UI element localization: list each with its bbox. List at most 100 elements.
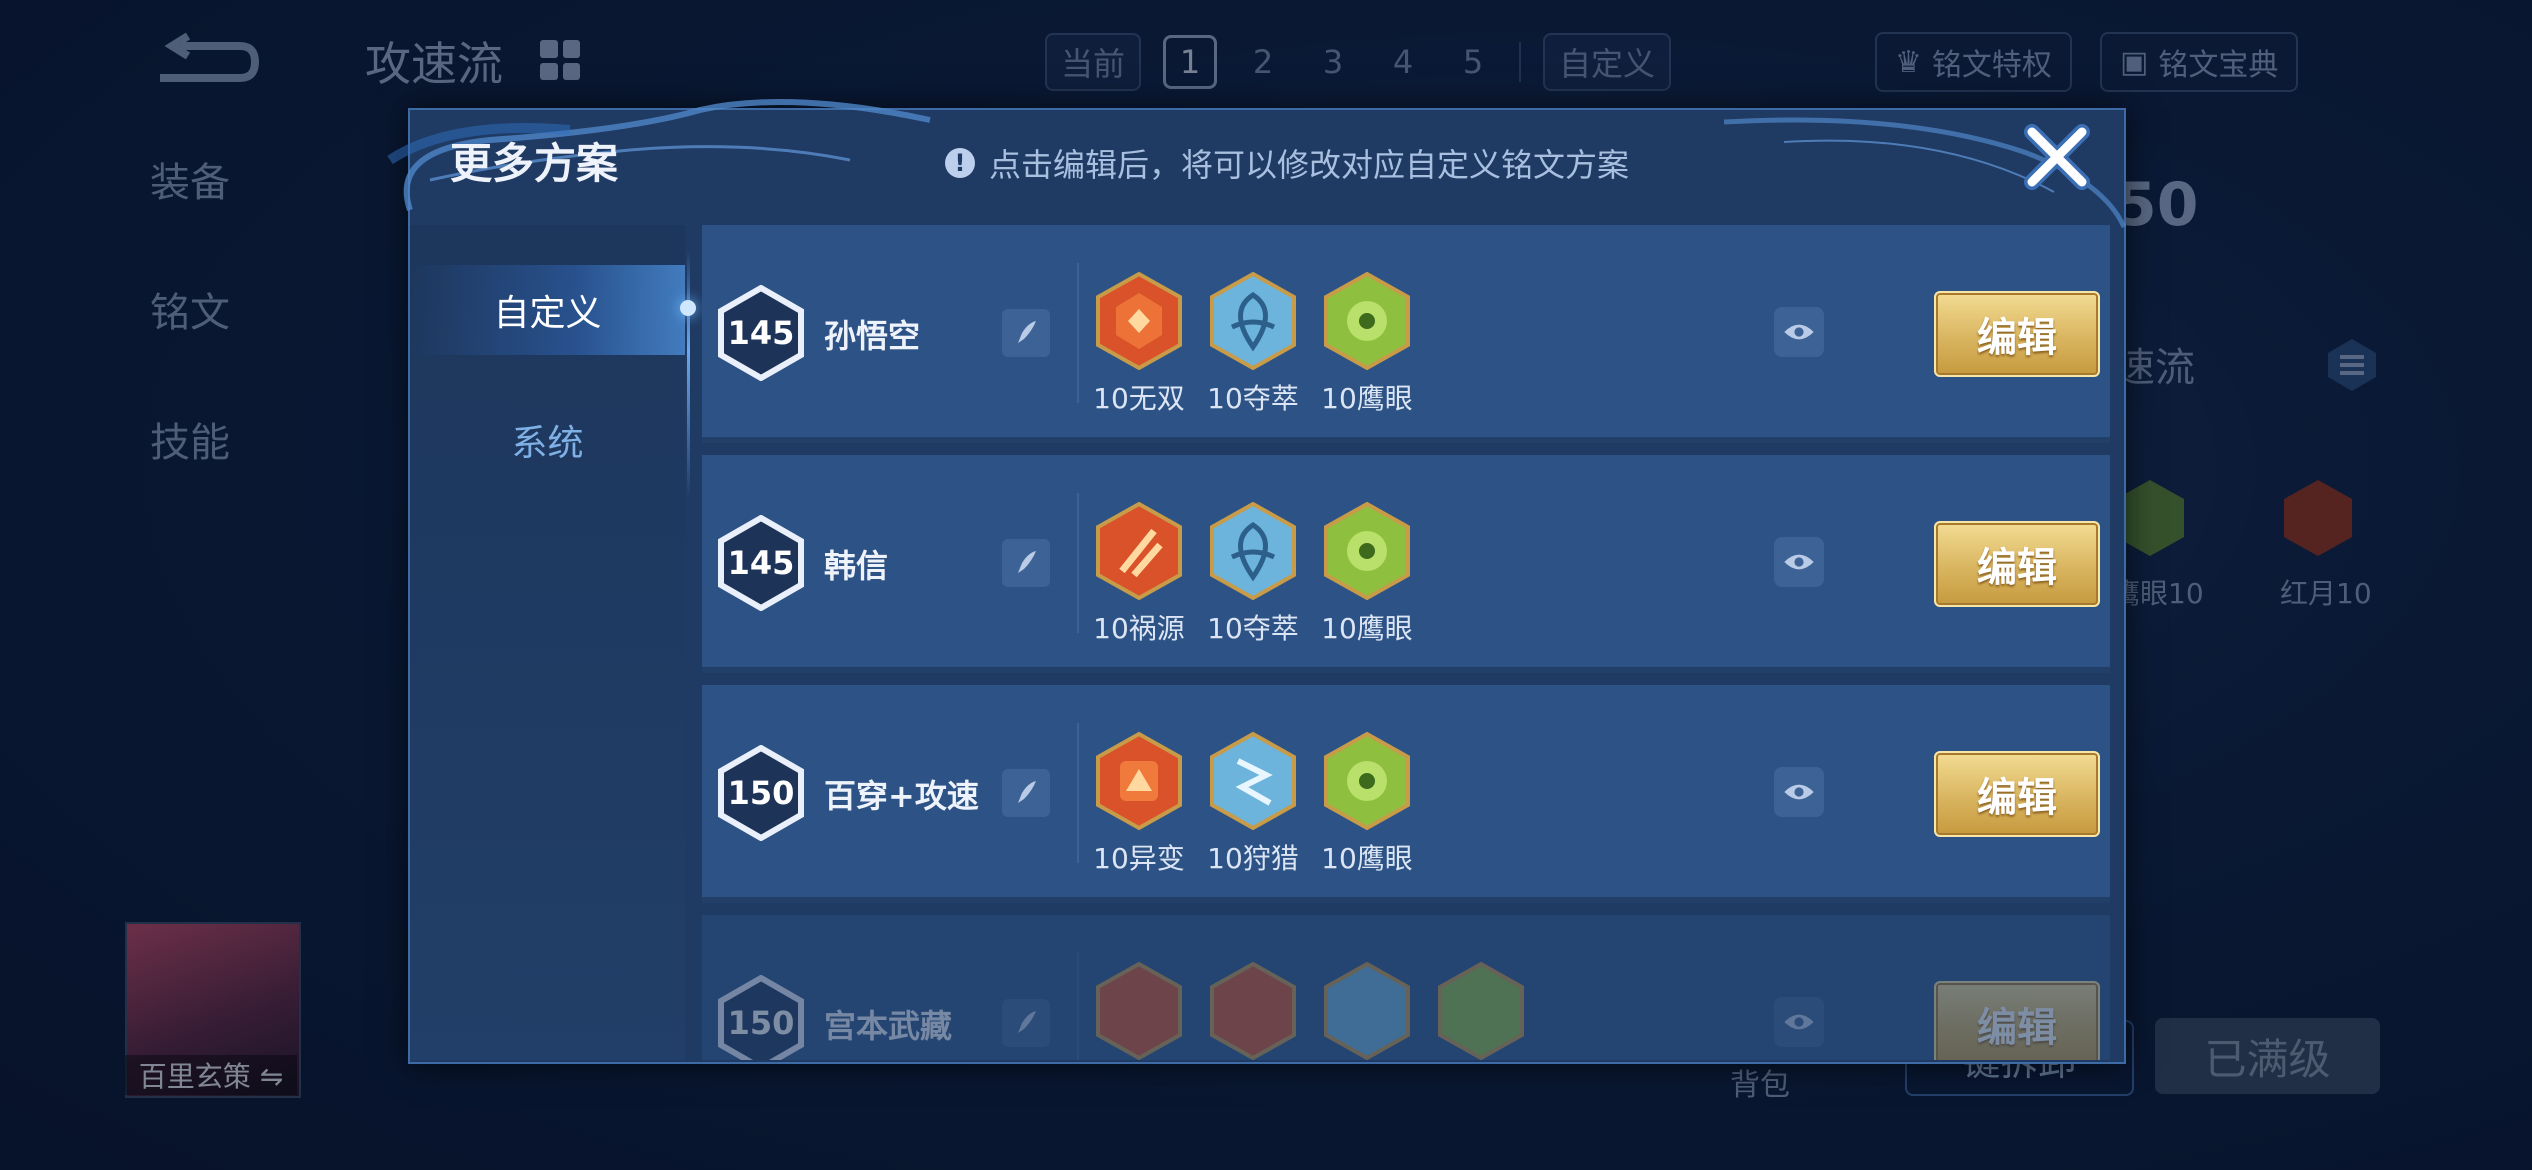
page-title: 攻速流 (365, 37, 503, 91)
more-plans-modal: 更多方案 ! 点击编辑后，将可以修改对应自定义铭文方案 自定义 系统 145 孙… (387, 99, 2127, 1064)
edit-button[interactable]: 编辑 (1934, 981, 2100, 1060)
maxed-button[interactable]: 已满级 (2155, 1018, 2380, 1094)
rune-privilege-button[interactable]: ♛ 铭文特权 (1875, 32, 2072, 92)
shoulie-rune-icon (1210, 731, 1296, 831)
red-rune-icon (1210, 961, 1296, 1060)
pencil-icon (1018, 1011, 1036, 1033)
eye-icon (1784, 1014, 1814, 1030)
duocui-rune-icon (1210, 501, 1296, 601)
plan-tab-4[interactable]: 4 (1379, 38, 1427, 86)
yingyan-rune-icon (1324, 271, 1410, 371)
plan-selector: 当前 1 2 3 4 5 自定义 (1045, 33, 1672, 91)
hint-text: 点击编辑后，将可以修改对应自定义铭文方案 (989, 146, 1630, 184)
back-arrow-icon (160, 32, 260, 82)
grid-icon[interactable] (540, 40, 580, 80)
tab-custom[interactable]: 自定义 (410, 265, 685, 355)
rune-label: 10鹰眼 (1321, 382, 1413, 415)
rune-label: 10夺萃 (1207, 612, 1299, 645)
tab-column: 自定义 系统 (410, 225, 685, 1060)
rune-label: 10异变 (1093, 842, 1185, 875)
swap-icon: ⇋ (259, 1060, 284, 1093)
bag-label[interactable]: 背包 (1730, 1060, 1790, 1104)
rename-button[interactable] (1002, 309, 1050, 357)
yibian-rune-icon (1096, 731, 1182, 831)
plan-row[interactable]: 145 韩信 10祸源 10夺萃 10鹰眼 编辑 (702, 455, 2110, 673)
tab-indicator-dot (680, 300, 696, 316)
preview-button[interactable] (1774, 307, 1824, 357)
plan-level: 145 (727, 544, 795, 582)
eye-icon (1784, 324, 1814, 340)
rune-privilege-label: 铭文特权 (1931, 48, 2052, 83)
yingyan-rune-icon (1324, 501, 1410, 601)
tab-system[interactable]: 系统 (410, 395, 685, 485)
plan-tab-5[interactable]: 5 (1449, 38, 1497, 86)
pencil-icon (1018, 781, 1036, 803)
rune-book-label: 铭文宝典 (2158, 48, 2279, 83)
modal-hint: ! 点击编辑后，将可以修改对应自定义铭文方案 (945, 140, 1629, 186)
plan-name: 韩信 (824, 547, 889, 585)
blue-rune-icon (1324, 961, 1410, 1060)
rune-label: 10无双 (1093, 382, 1185, 415)
right-plan-name: 速流 (2115, 345, 2195, 391)
background-rune-label: 红月10 (2280, 577, 2372, 610)
plan-level: 145 (727, 314, 795, 352)
rune-label: 10祸源 (1093, 612, 1185, 645)
pencil-icon (1018, 551, 1036, 573)
rune-label: 10鹰眼 (1321, 612, 1413, 645)
plan-list: 145 孙悟空 10无双 10夺萃 10鹰眼 编辑 145 韩信 10祸源 10… (702, 225, 2110, 1060)
plan-tab-1[interactable]: 1 (1163, 35, 1218, 89)
plan-name: 孙悟空 (824, 317, 921, 355)
edit-button[interactable]: 编辑 (1934, 521, 2100, 607)
huoyuan-rune-icon (1096, 501, 1182, 601)
custom-plan-button[interactable]: 自定义 (1543, 33, 1672, 91)
edit-button[interactable]: 编辑 (1934, 751, 2100, 837)
red-rune-icon (1096, 961, 1182, 1060)
rename-button[interactable] (1002, 769, 1050, 817)
preview-button[interactable] (1774, 767, 1824, 817)
plan-name: 宫本武藏 (824, 1007, 953, 1045)
wushuang-rune-icon (1096, 271, 1182, 371)
rename-button[interactable] (1002, 999, 1050, 1047)
plan-tab-2[interactable]: 2 (1239, 38, 1287, 86)
hero-name[interactable]: 百里玄策 ⇋ (125, 1055, 297, 1095)
pencil-icon (1018, 321, 1036, 343)
divider (1077, 953, 1079, 1060)
divider (1519, 42, 1522, 82)
close-button[interactable] (2022, 122, 2092, 192)
crown-icon: ♛ (1895, 44, 1922, 80)
plan-level: 150 (727, 774, 795, 812)
yingyan-rune-icon (1324, 731, 1410, 831)
modal-title: 更多方案 (450, 139, 619, 188)
current-plan-label: 当前 (1045, 33, 1142, 91)
plan-level: 150 (727, 1004, 795, 1042)
back-button[interactable] (150, 30, 260, 90)
plan-name: 百穿+攻速 (824, 777, 979, 815)
hero-name-label: 百里玄策 (138, 1060, 251, 1093)
plan-tab-3[interactable]: 3 (1309, 38, 1357, 86)
plan-row[interactable]: 145 孙悟空 10无双 10夺萃 10鹰眼 编辑 (702, 225, 2110, 443)
exclamation-icon: ! (945, 148, 975, 178)
preview-button[interactable] (1774, 537, 1824, 587)
edit-button[interactable]: 编辑 (1934, 291, 2100, 377)
side-nav: 装备 铭文 技能 (150, 150, 230, 540)
background-red-rune-icon (2284, 480, 2352, 556)
rune-label: 10狩猎 (1207, 842, 1299, 875)
side-nav-runes[interactable]: 铭文 (150, 280, 230, 410)
eye-icon (1784, 554, 1814, 570)
book-icon: ▣ (2120, 44, 2149, 80)
list-icon[interactable] (2322, 335, 2382, 395)
plan-row[interactable]: 150 百穿+攻速 10异变 10狩猎 10鹰眼 编辑 (702, 685, 2110, 903)
close-icon (2024, 124, 2090, 190)
rune-label: 10鹰眼 (1321, 842, 1413, 875)
green-rune-icon (1438, 961, 1524, 1060)
side-nav-skills[interactable]: 技能 (150, 410, 230, 540)
eye-icon (1784, 784, 1814, 800)
tab-indicator-line (687, 250, 690, 500)
rename-button[interactable] (1002, 539, 1050, 587)
preview-button[interactable] (1774, 997, 1824, 1047)
side-nav-equipment[interactable]: 装备 (150, 150, 230, 280)
plan-row[interactable]: 150 宫本武藏 编辑 (702, 915, 2110, 1060)
duocui-rune-icon (1210, 271, 1296, 371)
rune-label: 10夺萃 (1207, 382, 1299, 415)
rune-book-button[interactable]: ▣ 铭文宝典 (2100, 32, 2299, 92)
